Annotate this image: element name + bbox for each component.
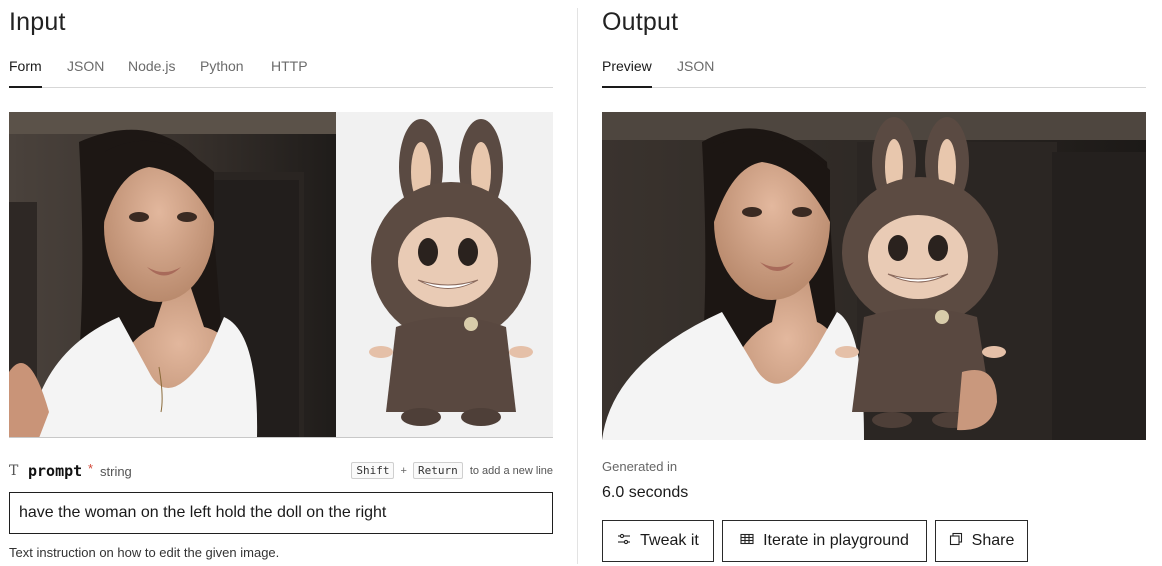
table-grid-icon	[740, 532, 754, 551]
hint-text: to add a new line	[469, 465, 553, 477]
tweak-button-label: Tweak it	[640, 532, 699, 549]
tab-preview[interactable]: Preview	[602, 58, 652, 88]
tab-python[interactable]: Python	[200, 58, 244, 88]
return-key: Return	[413, 462, 463, 479]
output-title: Output	[602, 8, 679, 36]
share-button-label: Share	[971, 532, 1015, 549]
tweak-button[interactable]: Tweak it	[602, 520, 714, 562]
required-marker: *	[88, 461, 94, 476]
generated-time: 6.0 seconds	[602, 484, 689, 501]
generated-label: Generated in	[602, 459, 678, 474]
newline-hint: Shift + Return to add a new line	[351, 462, 553, 482]
sliders-icon	[617, 532, 631, 551]
input-tabs: Form JSON Node.js Python HTTP	[9, 58, 553, 88]
tab-nodejs[interactable]: Node.js	[128, 58, 175, 88]
tab-json[interactable]: JSON	[67, 58, 104, 88]
input-image-woman	[9, 112, 336, 438]
iterate-playground-button[interactable]: Iterate in playground	[722, 520, 927, 562]
prompt-input[interactable]	[9, 492, 553, 534]
output-image	[602, 112, 1146, 440]
input-title: Input	[9, 8, 66, 36]
image-divider	[9, 437, 553, 438]
hint-plus: +	[400, 465, 407, 477]
tab-form[interactable]: Form	[9, 58, 42, 88]
input-image-doll	[336, 112, 553, 438]
prompt-field-name: prompt	[28, 462, 83, 480]
output-tabs: Preview JSON	[602, 58, 1146, 88]
text-type-icon: T	[9, 463, 19, 479]
prompt-field-header: T prompt * string Shift + Return to add …	[9, 461, 553, 481]
prompt-field-type: string	[100, 464, 132, 479]
iterate-button-label: Iterate in playground	[763, 532, 909, 549]
panel-divider	[577, 8, 578, 564]
tab-output-json[interactable]: JSON	[677, 58, 714, 88]
share-button[interactable]: Share	[935, 520, 1028, 562]
prompt-description: Text instruction on how to edit the give…	[9, 545, 280, 560]
tab-http[interactable]: HTTP	[271, 58, 308, 88]
shift-key: Shift	[351, 462, 395, 479]
copy-icon	[949, 532, 963, 551]
